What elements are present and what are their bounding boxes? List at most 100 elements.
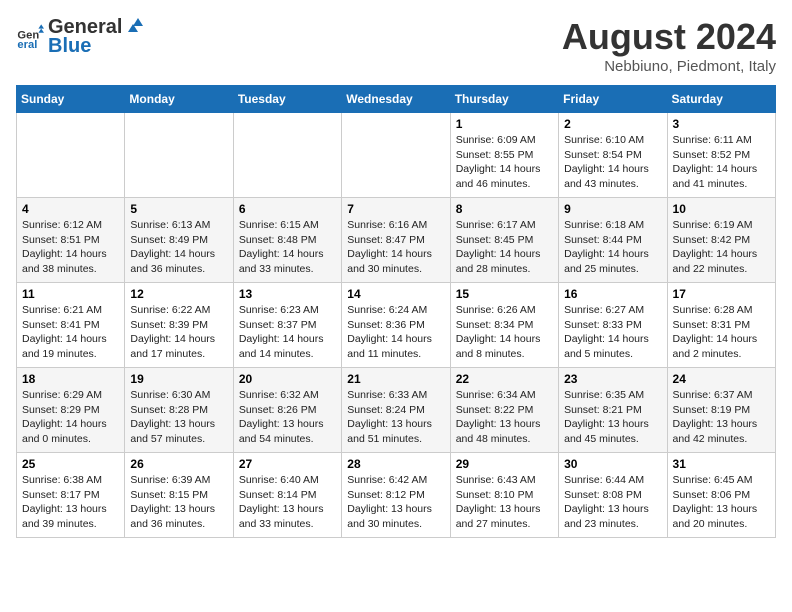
- calendar-week-row: 11 Sunrise: 6:21 AM Sunset: 8:41 PM Dayli…: [17, 283, 776, 368]
- calendar-week-row: 1 Sunrise: 6:09 AM Sunset: 8:55 PM Daylig…: [17, 113, 776, 198]
- calendar-day-cell: 9Sunrise: 6:18 AM Sunset: 8:44 PM Daylig…: [559, 198, 667, 283]
- day-number: 12: [130, 287, 227, 301]
- day-info: Sunrise: 6:12 AM Sunset: 8:51 PM Dayligh…: [22, 218, 119, 277]
- day-number: 6: [239, 202, 336, 216]
- calendar-day-cell: 10 Sunrise: 6:19 AM Sunset: 8:42 PM Dayli…: [667, 198, 775, 283]
- day-number: 23: [564, 372, 661, 386]
- calendar-day-cell: 4 Sunrise: 6:12 AM Sunset: 8:51 PM Daylig…: [17, 198, 125, 283]
- weekday-header: Thursday: [450, 86, 558, 113]
- day-info: Sunrise: 6:10 AM Sunset: 8:54 PM Dayligh…: [564, 133, 661, 192]
- day-number: 14: [347, 287, 444, 301]
- day-number: 21: [347, 372, 444, 386]
- day-info: Sunrise: 6:37 AM Sunset: 8:19 PM Dayligh…: [673, 388, 770, 447]
- day-info: Sunrise: 6:24 AM Sunset: 8:36 PM Dayligh…: [347, 303, 444, 362]
- day-info: Sunrise: 6:28 AM Sunset: 8:31 PM Dayligh…: [673, 303, 770, 362]
- day-info: Sunrise: 6:22 AM Sunset: 8:39 PM Dayligh…: [130, 303, 227, 362]
- day-number: 3: [673, 117, 770, 131]
- day-number: 22: [456, 372, 553, 386]
- calendar-day-cell: 3 Sunrise: 6:11 AM Sunset: 8:52 PM Daylig…: [667, 113, 775, 198]
- day-info: Sunrise: 6:38 AM Sunset: 8:17 PM Dayligh…: [22, 473, 119, 532]
- calendar-day-cell: 29Sunrise: 6:43 AM Sunset: 8:10 PM Dayli…: [450, 453, 558, 538]
- calendar-day-cell: 19Sunrise: 6:30 AM Sunset: 8:28 PM Dayli…: [125, 368, 233, 453]
- location: Nebbiuno, Piedmont, Italy: [562, 58, 776, 75]
- calendar-day-cell: 18 Sunrise: 6:29 AM Sunset: 8:29 PM Dayli…: [17, 368, 125, 453]
- calendar-day-cell: [233, 113, 341, 198]
- logo-arrow-icon: [124, 14, 146, 36]
- day-number: 20: [239, 372, 336, 386]
- day-info: Sunrise: 6:18 AM Sunset: 8:44 PM Dayligh…: [564, 218, 661, 277]
- day-number: 18: [22, 372, 119, 386]
- day-info: Sunrise: 6:21 AM Sunset: 8:41 PM Dayligh…: [22, 303, 119, 362]
- calendar-day-cell: 22Sunrise: 6:34 AM Sunset: 8:22 PM Dayli…: [450, 368, 558, 453]
- day-number: 13: [239, 287, 336, 301]
- day-info: Sunrise: 6:16 AM Sunset: 8:47 PM Dayligh…: [347, 218, 444, 277]
- weekday-header: Saturday: [667, 86, 775, 113]
- day-info: Sunrise: 6:27 AM Sunset: 8:33 PM Dayligh…: [564, 303, 661, 362]
- day-number: 11: [22, 287, 119, 301]
- calendar-day-cell: [17, 113, 125, 198]
- day-info: Sunrise: 6:26 AM Sunset: 8:34 PM Dayligh…: [456, 303, 553, 362]
- day-number: 28: [347, 457, 444, 471]
- calendar-day-cell: 2 Sunrise: 6:10 AM Sunset: 8:54 PM Daylig…: [559, 113, 667, 198]
- day-info: Sunrise: 6:33 AM Sunset: 8:24 PM Dayligh…: [347, 388, 444, 447]
- weekday-header: Tuesday: [233, 86, 341, 113]
- day-info: Sunrise: 6:44 AM Sunset: 8:08 PM Dayligh…: [564, 473, 661, 532]
- day-info: Sunrise: 6:42 AM Sunset: 8:12 PM Dayligh…: [347, 473, 444, 532]
- calendar-day-cell: 24 Sunrise: 6:37 AM Sunset: 8:19 PM Dayli…: [667, 368, 775, 453]
- month-title: August 2024: [562, 16, 776, 58]
- day-number: 15: [456, 287, 553, 301]
- day-number: 7: [347, 202, 444, 216]
- calendar-week-row: 25 Sunrise: 6:38 AM Sunset: 8:17 PM Dayli…: [17, 453, 776, 538]
- day-number: 8: [456, 202, 553, 216]
- day-info: Sunrise: 6:17 AM Sunset: 8:45 PM Dayligh…: [456, 218, 553, 277]
- page-header: Gen eral General Blue August 2024 Nebbiu…: [16, 16, 776, 75]
- day-info: Sunrise: 6:32 AM Sunset: 8:26 PM Dayligh…: [239, 388, 336, 447]
- day-info: Sunrise: 6:35 AM Sunset: 8:21 PM Dayligh…: [564, 388, 661, 447]
- calendar-day-cell: 30 Sunrise: 6:44 AM Sunset: 8:08 PM Dayli…: [559, 453, 667, 538]
- day-info: Sunrise: 6:29 AM Sunset: 8:29 PM Dayligh…: [22, 388, 119, 447]
- day-info: Sunrise: 6:40 AM Sunset: 8:14 PM Dayligh…: [239, 473, 336, 532]
- day-number: 16: [564, 287, 661, 301]
- day-number: 10: [673, 202, 770, 216]
- calendar-day-cell: 14 Sunrise: 6:24 AM Sunset: 8:36 PM Dayli…: [342, 283, 450, 368]
- calendar-day-cell: [342, 113, 450, 198]
- day-info: Sunrise: 6:45 AM Sunset: 8:06 PM Dayligh…: [673, 473, 770, 532]
- logo-icon: Gen eral: [16, 23, 44, 51]
- calendar-day-cell: 25 Sunrise: 6:38 AM Sunset: 8:17 PM Dayli…: [17, 453, 125, 538]
- day-number: 17: [673, 287, 770, 301]
- calendar-day-cell: 16 Sunrise: 6:27 AM Sunset: 8:33 PM Dayli…: [559, 283, 667, 368]
- day-info: Sunrise: 6:39 AM Sunset: 8:15 PM Dayligh…: [130, 473, 227, 532]
- calendar-day-cell: 17 Sunrise: 6:28 AM Sunset: 8:31 PM Dayli…: [667, 283, 775, 368]
- calendar-day-cell: 5 Sunrise: 6:13 AM Sunset: 8:49 PM Daylig…: [125, 198, 233, 283]
- day-number: 27: [239, 457, 336, 471]
- day-number: 1: [456, 117, 553, 131]
- calendar-day-cell: 11 Sunrise: 6:21 AM Sunset: 8:41 PM Dayli…: [17, 283, 125, 368]
- logo: Gen eral General Blue: [16, 16, 146, 58]
- day-number: 30: [564, 457, 661, 471]
- day-info: Sunrise: 6:19 AM Sunset: 8:42 PM Dayligh…: [673, 218, 770, 277]
- day-number: 31: [673, 457, 770, 471]
- day-number: 4: [22, 202, 119, 216]
- calendar-week-row: 18 Sunrise: 6:29 AM Sunset: 8:29 PM Dayli…: [17, 368, 776, 453]
- calendar-day-cell: [125, 113, 233, 198]
- day-info: Sunrise: 6:09 AM Sunset: 8:55 PM Dayligh…: [456, 133, 553, 192]
- calendar-day-cell: 6Sunrise: 6:15 AM Sunset: 8:48 PM Daylig…: [233, 198, 341, 283]
- calendar-day-cell: 21 Sunrise: 6:33 AM Sunset: 8:24 PM Dayli…: [342, 368, 450, 453]
- calendar-day-cell: 13Sunrise: 6:23 AM Sunset: 8:37 PM Dayli…: [233, 283, 341, 368]
- title-block: August 2024 Nebbiuno, Piedmont, Italy: [562, 16, 776, 75]
- day-number: 24: [673, 372, 770, 386]
- calendar-day-cell: 8 Sunrise: 6:17 AM Sunset: 8:45 PM Daylig…: [450, 198, 558, 283]
- day-info: Sunrise: 6:13 AM Sunset: 8:49 PM Dayligh…: [130, 218, 227, 277]
- calendar-day-cell: 27 Sunrise: 6:40 AM Sunset: 8:14 PM Dayli…: [233, 453, 341, 538]
- weekday-header: Sunday: [17, 86, 125, 113]
- day-number: 25: [22, 457, 119, 471]
- calendar-day-cell: 15 Sunrise: 6:26 AM Sunset: 8:34 PM Dayli…: [450, 283, 558, 368]
- calendar-day-cell: 23 Sunrise: 6:35 AM Sunset: 8:21 PM Dayli…: [559, 368, 667, 453]
- weekday-header: Monday: [125, 86, 233, 113]
- day-number: 19: [130, 372, 227, 386]
- day-number: 2: [564, 117, 661, 131]
- calendar-day-cell: 26 Sunrise: 6:39 AM Sunset: 8:15 PM Dayli…: [125, 453, 233, 538]
- day-info: Sunrise: 6:11 AM Sunset: 8:52 PM Dayligh…: [673, 133, 770, 192]
- day-number: 26: [130, 457, 227, 471]
- day-number: 5: [130, 202, 227, 216]
